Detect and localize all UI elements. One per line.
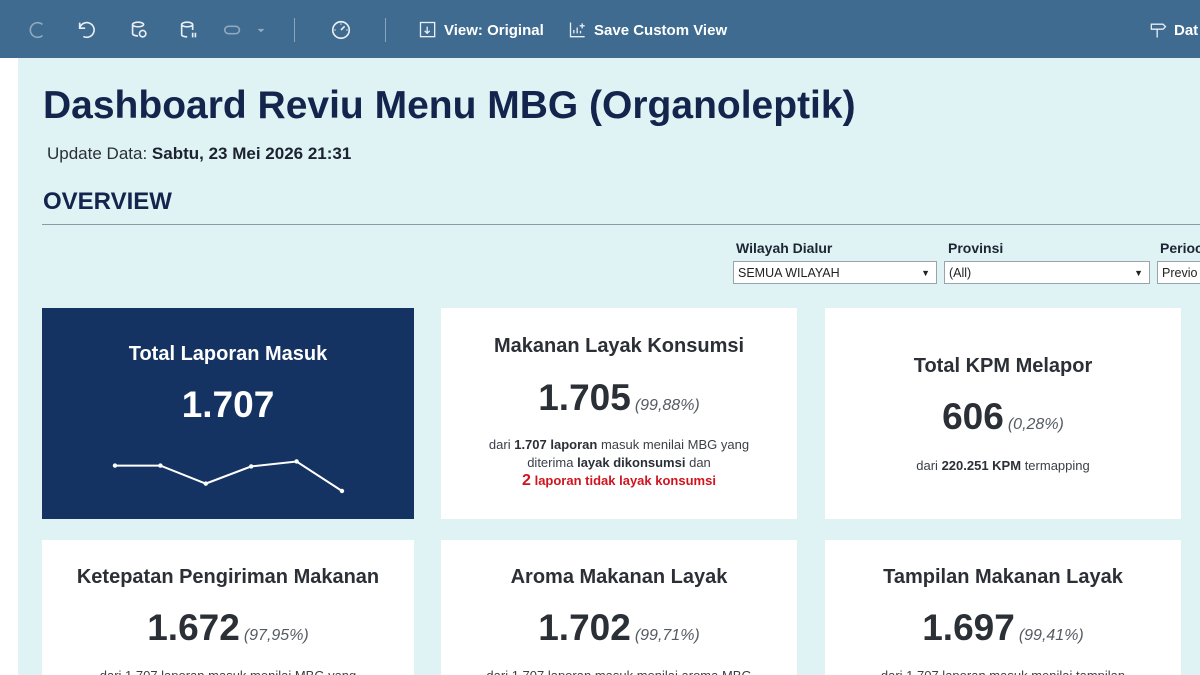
sparkline-line <box>115 460 343 492</box>
update-value: Sabtu, 23 Mei 2026 21:31 <box>151 144 352 163</box>
card-description: dari 1.707 laporan masuk menilai MBG yan… <box>42 667 414 675</box>
filter-provinsi-value: (All) <box>949 265 972 280</box>
card-value: 1.697 (99,41%) <box>825 607 1181 649</box>
toolbar-divider <box>385 18 386 42</box>
tampilan-percent: (99,41%) <box>1018 627 1084 644</box>
sparkline-point[interactable] <box>249 464 254 469</box>
undo-icon[interactable] <box>76 19 98 41</box>
sparkline-point[interactable] <box>203 481 208 486</box>
tidak-layak-alert: 2 laporan tidak layak konsumsi <box>522 472 716 489</box>
desc-text: dari <box>916 458 938 473</box>
aroma-value: 1.702 <box>538 607 631 648</box>
card-value: 1.672 (97,95%) <box>42 607 414 649</box>
sparkline-point[interactable] <box>339 488 345 494</box>
filter-periode-select[interactable]: Previo <box>1157 261 1200 284</box>
card-kpm-melapor[interactable]: Total KPM Melapor 606 (0,28%) dari 220.25… <box>825 308 1181 519</box>
sparkline-point[interactable] <box>294 459 299 464</box>
filter-wilayah-select[interactable]: SEMUA WILAYAH ▼ <box>733 261 937 284</box>
card-title: Ketepatan Pengiriman Makanan <box>76 566 380 588</box>
desc-text: dari <box>488 437 511 452</box>
save-custom-view-label: Save Custom View <box>594 21 728 39</box>
desc-text: diterima <box>527 455 574 470</box>
tampilan-value: 1.697 <box>922 607 1015 648</box>
custom-view-icon <box>569 22 585 38</box>
card-title: Aroma Makanan Layak <box>510 566 728 588</box>
view-original-label: View: Original <box>444 21 544 39</box>
revert-icon[interactable] <box>128 19 150 41</box>
redo-icon[interactable] <box>26 19 48 41</box>
section-title: OVERVIEW <box>43 188 172 215</box>
desc-bold: 220.251 KPM <box>941 458 1022 473</box>
card-value: 1.705 (99,88%) <box>441 377 797 419</box>
data-guide-button[interactable]: Dat <box>1148 18 1198 42</box>
refresh-data-icon[interactable] <box>178 19 200 41</box>
update-label: Update Data: <box>47 144 148 163</box>
filter-provinsi-select[interactable]: (All) ▼ <box>944 261 1150 284</box>
desc-text: termapping <box>1024 458 1090 473</box>
card-description: dari 220.251 KPM termapping <box>825 457 1181 475</box>
ketepatan-percent: (97,95%) <box>243 627 309 644</box>
page-title: Dashboard Reviu Menu MBG (Organoleptik) <box>43 84 856 127</box>
card-ketepatan[interactable]: Ketepatan Pengiriman Makanan 1.672 (97,95… <box>42 540 414 675</box>
tidak-layak-count: 2 <box>522 472 531 489</box>
save-custom-view-button[interactable]: Save Custom View <box>568 18 727 42</box>
card-title: Makanan Layak Konsumsi <box>493 335 745 357</box>
filter-periode-value: Previo <box>1162 265 1198 280</box>
card-value: 1.702 (99,71%) <box>441 607 797 649</box>
card-title: Tampilan Makanan Layak <box>883 566 1123 588</box>
filter-wilayah-value: SEMUA WILAYAH <box>738 265 840 280</box>
ketepatan-value: 1.672 <box>147 607 240 648</box>
card-tampilan[interactable]: Tampilan Makanan Layak 1.697(99,41%) dar… <box>825 540 1181 675</box>
desc-text: dan <box>689 455 711 470</box>
kpm-melapor-value: 606 <box>942 396 1004 437</box>
dropdown-arrow-icon: ▼ <box>1134 268 1143 278</box>
sparkline-point[interactable] <box>158 463 163 468</box>
sparkline-chart <box>112 459 345 494</box>
toolbar: View: Original Save Custom View Dat <box>0 0 1200 58</box>
dropdown-arrow-icon: ▼ <box>921 268 930 278</box>
sparkline-point[interactable] <box>112 463 118 468</box>
desc-text: masuk menilai MBG yang <box>600 437 750 452</box>
card-description: dari 1.707 laporan masuk menilai MBG yan… <box>441 436 797 490</box>
layak-konsumsi-percent: (99,88%) <box>634 397 700 414</box>
left-margin <box>0 58 18 675</box>
filter-label-wilayah: Wilayah Dialur <box>736 240 833 256</box>
card-value: 606 (0,28%) <box>825 396 1181 438</box>
chevron-down-icon[interactable] <box>254 19 268 41</box>
filter-label-provinsi: Provinsi <box>948 240 1004 256</box>
update-info: Update Data: Sabtu, 23 Mei 2026 21:31 <box>47 144 351 164</box>
card-aroma[interactable]: Aroma Makanan Layak 1.702(99,71%) dari 1… <box>441 540 797 675</box>
desc-bold: layak dikonsumsi <box>577 455 686 470</box>
pause-updates-icon[interactable] <box>222 19 244 41</box>
card-description: dari 1.707 laporan masuk menilai tampila… <box>825 667 1181 675</box>
layak-konsumsi-value: 1.705 <box>538 377 631 418</box>
card-description: dari 1.707 laporan masuk menilai aroma M… <box>441 667 797 675</box>
view-original-button[interactable]: View: Original <box>418 18 544 42</box>
filter-label-periode: Perioc <box>1160 240 1200 256</box>
section-divider <box>42 224 1200 225</box>
toolbar-divider <box>294 18 295 42</box>
kpm-melapor-percent: (0,28%) <box>1007 416 1064 433</box>
desc-bold: 1.707 laporan <box>514 437 598 452</box>
performance-icon[interactable] <box>330 19 352 41</box>
signpost-icon <box>1150 23 1167 38</box>
card-layak-konsumsi[interactable]: Makanan Layak Konsumsi 1.705 (99,88%) dar… <box>441 308 797 519</box>
tidak-layak-text: laporan tidak layak konsumsi <box>534 473 716 488</box>
card-title: Total KPM Melapor <box>913 355 1093 377</box>
card-total-laporan[interactable]: Total Laporan Masuk 1.707 <box>42 308 414 519</box>
aroma-percent: (99,71%) <box>634 627 700 644</box>
data-guide-label: Dat <box>1174 21 1199 39</box>
view-icon <box>419 21 436 38</box>
